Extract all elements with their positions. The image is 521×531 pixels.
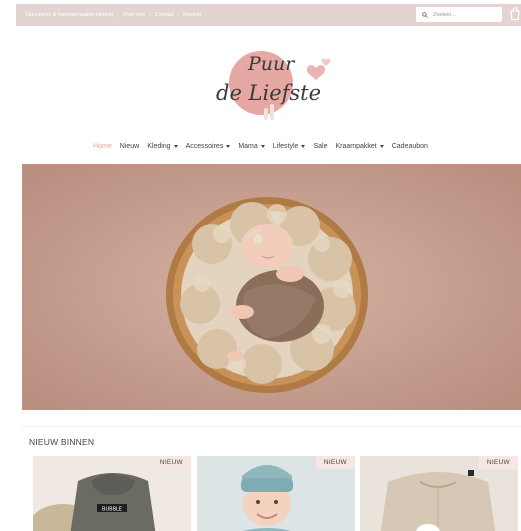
top-link-kleding[interactable]: Kleding bbox=[183, 12, 201, 18]
top-link-duurzaam[interactable]: Duurzame & handgemaakte kleding bbox=[26, 12, 113, 18]
section-divider bbox=[22, 426, 521, 427]
cart-icon[interactable] bbox=[509, 7, 521, 21]
nav-item-cadeaubon[interactable]: Cadeaubon bbox=[392, 143, 428, 150]
nav-item-sale[interactable]: Sale bbox=[313, 143, 327, 150]
top-bar: Duurzame & handgemaakte kleding | Over o… bbox=[16, 4, 521, 26]
top-link-contact[interactable]: Contact bbox=[155, 12, 174, 18]
logo-text-bottom: de Liefste bbox=[216, 81, 321, 105]
brand-logo[interactable]: Puur de Liefste bbox=[206, 38, 346, 122]
nav-item-label: Kraampakket bbox=[335, 142, 377, 150]
nav-item-lifestyle[interactable]: Lifestyle bbox=[273, 143, 306, 150]
caret-down-icon bbox=[301, 144, 306, 148]
nav-item-label: Kleding bbox=[147, 142, 171, 150]
caret-down-icon bbox=[260, 144, 265, 148]
separator: | bbox=[177, 12, 180, 18]
main-nav: Home Nieuw Kleding Accessoires Mama Lifestyle… bbox=[0, 138, 521, 154]
nav-item-accessoires[interactable]: Accessoires bbox=[186, 143, 231, 150]
logo-text-top: Puur bbox=[247, 53, 296, 75]
top-links: Duurzame & handgemaakte kleding | Over o… bbox=[26, 4, 201, 26]
hero-image bbox=[22, 164, 521, 410]
nav-item-kleding[interactable]: Kleding bbox=[147, 142, 178, 150]
product-card[interactable]: BUBBLE NIEUW bbox=[33, 456, 191, 531]
nav-item-kraampakket[interactable]: Kraampakket bbox=[335, 142, 384, 150]
nav-item-label: Sale bbox=[313, 142, 328, 150]
new-badge: NIEUW bbox=[478, 456, 518, 469]
separator: | bbox=[117, 12, 119, 18]
separator: | bbox=[149, 12, 151, 18]
new-badge: NIEUW bbox=[151, 456, 191, 469]
product-card[interactable]: NIEUW bbox=[197, 456, 355, 531]
product-card[interactable]: NIEUW bbox=[360, 456, 518, 531]
caret-down-icon bbox=[173, 144, 178, 148]
nav-item-label: Accessoires bbox=[185, 142, 224, 150]
nav-item-label: Home bbox=[93, 142, 112, 150]
caret-down-icon bbox=[226, 144, 231, 148]
nav-item-nieuw[interactable]: Nieuw bbox=[120, 143, 139, 150]
nav-item-home[interactable]: Home bbox=[93, 143, 112, 150]
nav-item-label: Nieuw bbox=[119, 142, 140, 150]
search-placeholder: Zoeken... bbox=[433, 11, 456, 18]
caret-down-icon bbox=[379, 144, 384, 148]
hero-banner[interactable] bbox=[22, 164, 521, 410]
search-input[interactable]: Zoeken... bbox=[416, 7, 502, 22]
search-icon bbox=[422, 11, 428, 18]
top-link-over-ons[interactable]: Over ons bbox=[123, 12, 145, 18]
new-badge: NIEUW bbox=[315, 456, 355, 469]
product-print: BUBBLE bbox=[102, 507, 122, 513]
section-title: NIEUW BINNEN bbox=[29, 437, 95, 447]
nav-item-label: Lifestyle bbox=[272, 142, 299, 150]
nav-item-label: Mama bbox=[238, 142, 258, 150]
nav-item-mama[interactable]: Mama bbox=[238, 142, 265, 150]
nav-item-label: Cadeaubon bbox=[391, 142, 428, 150]
